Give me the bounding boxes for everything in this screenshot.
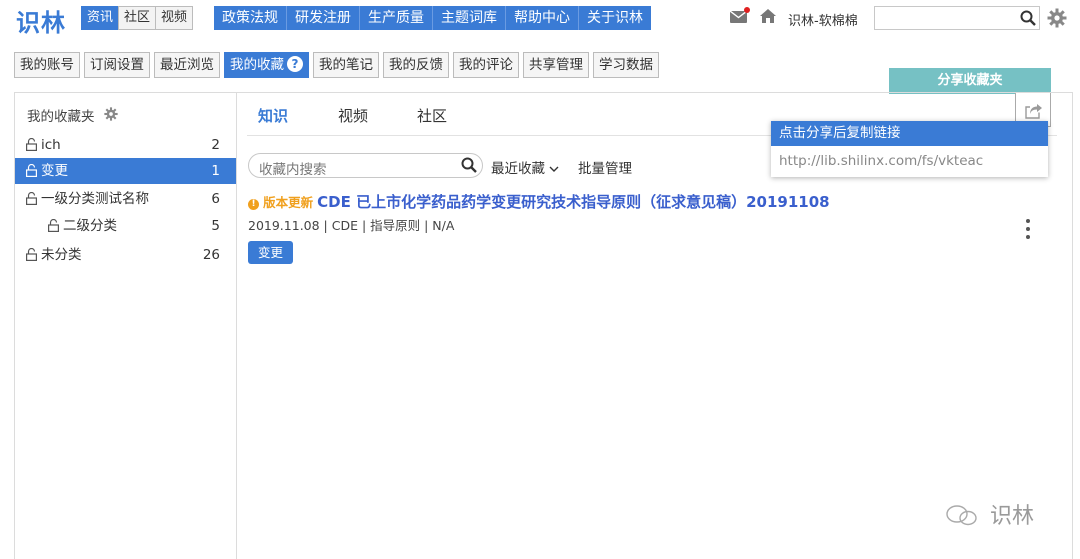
folder-count: 26	[202, 247, 220, 263]
wechat-watermark-icon	[944, 502, 986, 528]
nav-help-center[interactable]: 帮助中心	[506, 6, 579, 30]
chevron-down-icon	[549, 166, 559, 172]
search-placeholder: 收藏内搜索	[259, 162, 327, 178]
search-icon[interactable]	[1020, 10, 1036, 26]
site-search-input[interactable]	[874, 6, 1040, 30]
sort-label: 最近收藏	[491, 161, 545, 177]
nav-production-quality[interactable]: 生产质量	[360, 6, 433, 30]
segment-community[interactable]: 社区	[118, 6, 157, 30]
tab-my-account[interactable]: 我的账号	[14, 52, 80, 78]
username[interactable]: 识林-软棉棉	[788, 10, 858, 29]
alert-icon: !	[248, 199, 259, 210]
home-icon[interactable]	[760, 9, 776, 23]
folder-count: 2	[211, 137, 220, 153]
site-logo[interactable]: 识林	[16, 3, 66, 38]
list-item-title-row: ! 版本更新 CDE 已上市化学药品药学变更研究技术指导原则（征求意见稿）2019…	[248, 191, 830, 212]
tab-learning-data[interactable]: 学习数据	[593, 52, 659, 78]
unlock-icon	[26, 192, 37, 205]
segment-news[interactable]: 资讯	[81, 6, 120, 30]
folder-settings-gear-icon[interactable]	[104, 107, 118, 121]
account-tabs: 我的账号 订阅设置 最近浏览 我的收藏? 我的笔记 我的反馈 我的评论 共享管理…	[14, 52, 663, 78]
tab-community[interactable]: 社区	[417, 105, 447, 126]
mail-icon[interactable]	[729, 10, 748, 23]
segment-video[interactable]: 视频	[155, 6, 194, 30]
tab-knowledge[interactable]: 知识	[258, 105, 288, 126]
unlock-icon	[48, 219, 59, 232]
more-options-icon[interactable]	[1025, 219, 1031, 241]
watermark-text: 识林	[990, 504, 1035, 529]
help-question-icon[interactable]: ?	[287, 56, 303, 72]
folder-count: 5	[211, 218, 220, 234]
unlock-icon	[26, 138, 37, 151]
folder-count: 1	[211, 163, 220, 179]
notification-dot	[744, 7, 750, 13]
search-icon[interactable]	[461, 157, 477, 173]
tab-video[interactable]: 视频	[338, 105, 368, 126]
tab-my-comments[interactable]: 我的评论	[453, 52, 519, 78]
folder-count: 6	[211, 191, 220, 207]
nav-rd-registration[interactable]: 研发注册	[287, 6, 360, 30]
item-meta: 2019.11.08 | CDE | 指导原则 | N/A	[248, 218, 455, 233]
copy-link-hint[interactable]: 点击分享后复制链接	[771, 121, 1048, 146]
settings-gear-icon[interactable]	[1047, 8, 1067, 28]
tab-recent-views[interactable]: 最近浏览	[154, 52, 220, 78]
folder-label: 未分类	[41, 247, 82, 263]
tab-subscription-settings[interactable]: 订阅设置	[84, 52, 150, 78]
nav-about[interactable]: 关于识林	[579, 6, 651, 30]
favorites-sidebar: 我的收藏夹 ich 2 变更 1 一级分类测试名称 6 二级分类 5 未分类 2…	[14, 92, 237, 559]
sidebar-title: 我的收藏夹	[27, 109, 95, 125]
tab-my-notes[interactable]: 我的笔记	[313, 52, 379, 78]
folder-label: 一级分类测试名称	[41, 191, 149, 207]
update-badge: 版本更新	[263, 195, 314, 210]
main-nav: 政策法规 研发注册 生产质量 主题词库 帮助中心 关于识林	[214, 6, 651, 30]
folder-label: 变更	[41, 163, 68, 179]
share-icon	[1025, 104, 1042, 119]
folder-item-change[interactable]: 变更 1	[15, 158, 236, 184]
item-folder-tag[interactable]: 变更	[248, 241, 294, 264]
nav-topic-glossary[interactable]: 主题词库	[433, 6, 506, 30]
folder-item-uncategorized[interactable]: 未分类 26	[15, 242, 236, 268]
folder-item-level2[interactable]: 二级分类 5	[15, 213, 236, 239]
unlock-icon	[26, 164, 37, 177]
tab-share-management[interactable]: 共享管理	[523, 52, 589, 78]
batch-manage-button[interactable]: 批量管理	[578, 157, 632, 177]
tab-my-favorites-label: 我的收藏	[230, 57, 284, 73]
folder-item-level1[interactable]: 一级分类测试名称 6	[15, 186, 236, 212]
share-folder-button[interactable]: 分享收藏夹	[889, 68, 1051, 94]
share-link-popup: 点击分享后复制链接 http://lib.shilinx.com/fs/vkte…	[771, 121, 1048, 177]
content-type-switch: 资讯 社区 视频	[81, 6, 194, 30]
folder-label: 二级分类	[63, 218, 117, 234]
tab-my-favorites[interactable]: 我的收藏?	[224, 52, 309, 78]
item-title-link[interactable]: CDE 已上市化学药品药学变更研究技术指导原则（征求意见稿）20191108	[317, 193, 829, 211]
folder-label: ich	[41, 137, 61, 153]
nav-policy[interactable]: 政策法规	[214, 6, 287, 30]
sort-dropdown[interactable]: 最近收藏	[491, 157, 559, 177]
share-link-url[interactable]: http://lib.shilinx.com/fs/vkteac	[771, 146, 1048, 177]
tab-my-feedback[interactable]: 我的反馈	[383, 52, 449, 78]
unlock-icon	[26, 248, 37, 261]
folder-item-ich[interactable]: ich 2	[15, 132, 236, 158]
